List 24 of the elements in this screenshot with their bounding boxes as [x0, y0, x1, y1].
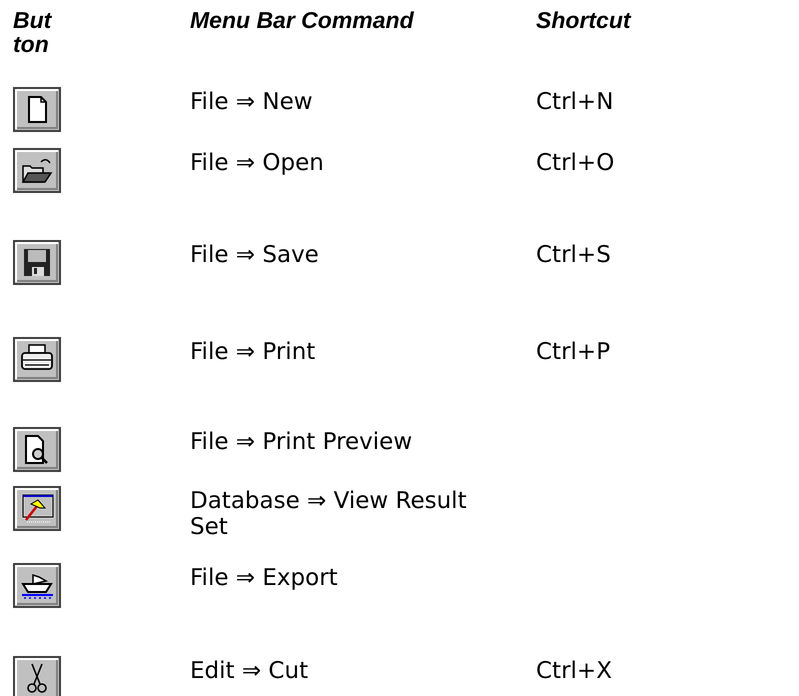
- menu-command: File ⇒ Print: [190, 338, 316, 365]
- open-folder-icon: [13, 148, 61, 193]
- menu-command: File ⇒ Export: [190, 564, 339, 591]
- menu-command: File ⇒ Open: [190, 149, 325, 176]
- boat-icon: [13, 563, 61, 608]
- scissors-icon: [13, 656, 61, 696]
- blank-page-icon: [13, 87, 61, 132]
- menu-command: File ⇒ Save: [190, 241, 320, 268]
- column-header: Menu Bar Command: [190, 8, 415, 32]
- menu-command: Edit ⇒ Cut: [190, 657, 310, 684]
- shortcut-text: Ctrl+P: [536, 338, 612, 365]
- column-header: Button: [13, 8, 53, 56]
- shortcut-text: Ctrl+S: [536, 241, 612, 268]
- magnifier-page-icon: [13, 427, 61, 472]
- menu-command: File ⇒ New: [190, 88, 314, 115]
- shortcut-text: Ctrl+O: [536, 149, 616, 176]
- shortcut-text: Ctrl+X: [536, 657, 613, 684]
- hammer-picture-icon: [13, 486, 61, 531]
- floppy-disk-icon: [13, 240, 61, 285]
- shortcut-text: Ctrl+N: [536, 88, 614, 115]
- column-header: Shortcut: [536, 8, 632, 32]
- menu-command: File ⇒ Print Preview: [190, 428, 414, 455]
- printer-icon: [13, 337, 61, 382]
- menu-command: Database ⇒ View Result Set: [190, 487, 468, 540]
